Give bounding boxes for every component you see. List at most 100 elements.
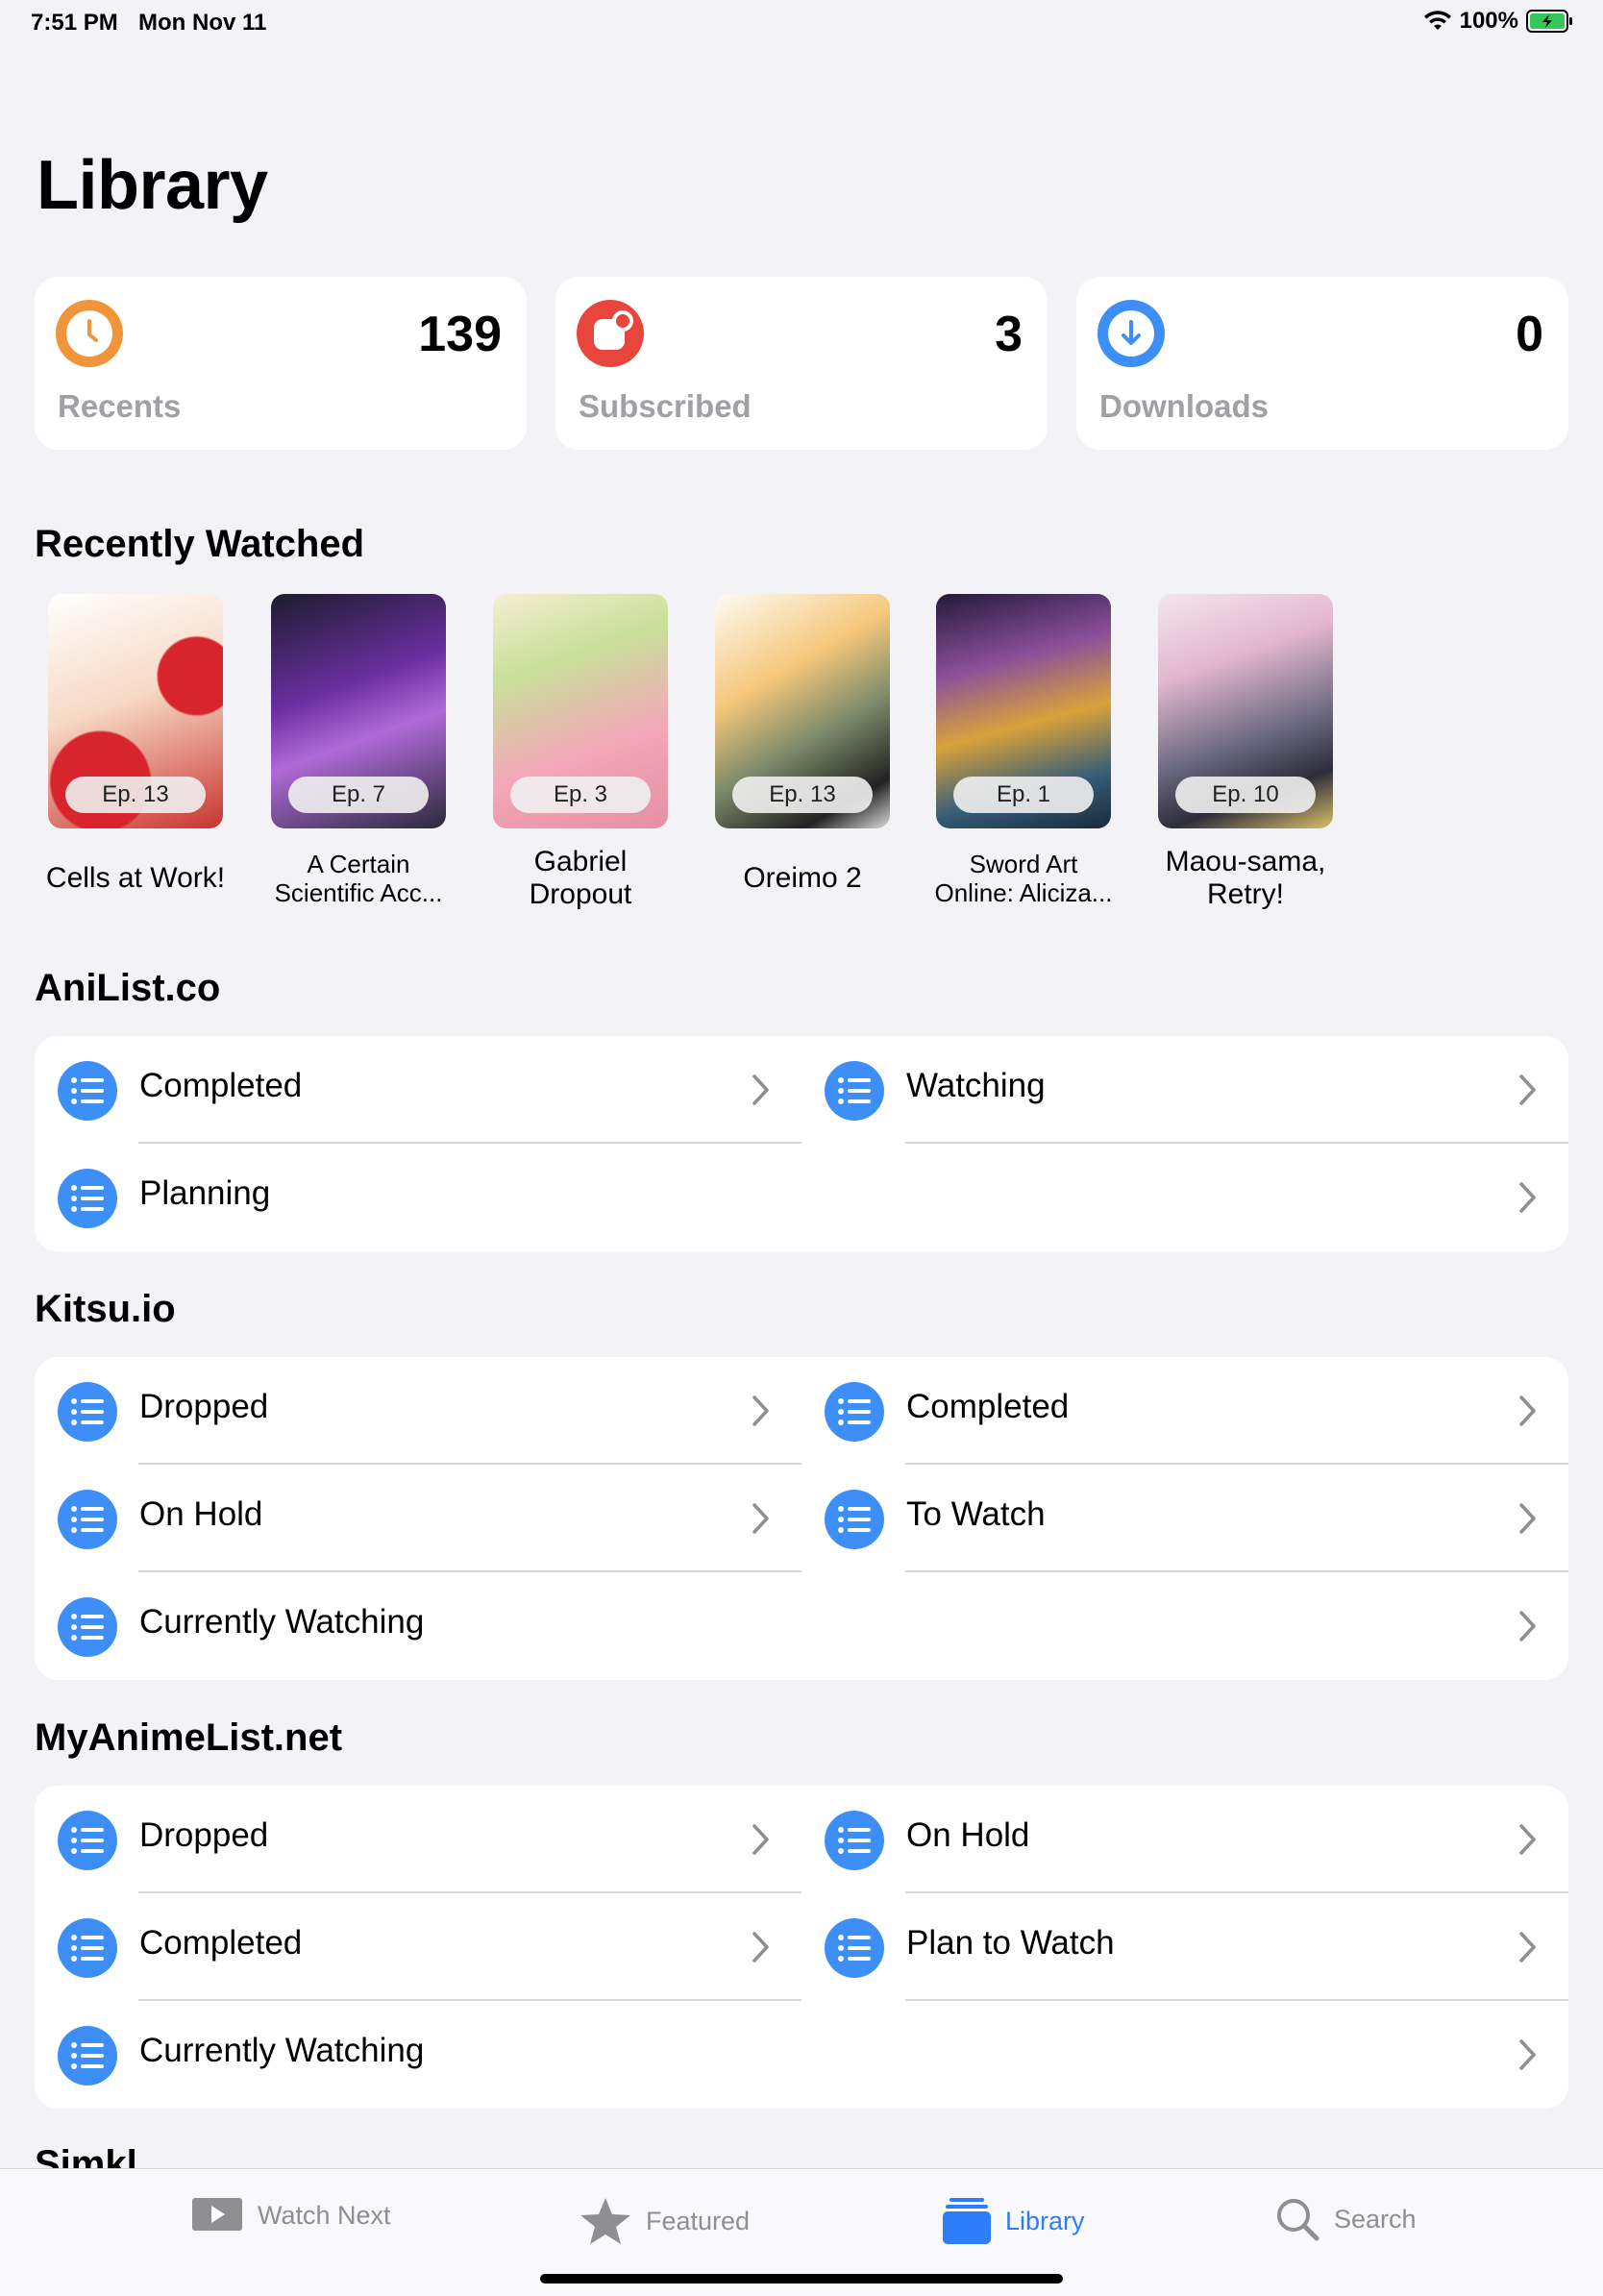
search-icon <box>1277 2199 1319 2241</box>
list-item[interactable]: To Watch <box>802 1465 1568 1572</box>
status-right: 100% <box>1423 8 1574 35</box>
list-item[interactable]: Completed <box>35 1893 802 2001</box>
tab-label: Search <box>1334 2204 1417 2234</box>
tab-label: Watch Next <box>258 2200 391 2230</box>
chevron-right-icon <box>1519 1932 1536 1963</box>
list-item[interactable]: Completed <box>802 1357 1568 1465</box>
list-item[interactable]: Completed <box>35 1036 802 1144</box>
chevron-right-icon <box>752 1932 769 1963</box>
list-item-label: Watching <box>906 1067 1046 1104</box>
star-icon <box>580 2198 630 2244</box>
downloads-card[interactable]: 0 Downloads <box>1076 277 1568 450</box>
list-icon <box>825 1382 884 1442</box>
poster-a-certain-scientific[interactable]: Ep. 7 <box>271 594 446 828</box>
list-icon <box>825 1918 884 1978</box>
list-item[interactable]: Watching <box>802 1036 1568 1144</box>
subscribed-count: 3 <box>995 307 1023 362</box>
clock-icon <box>56 300 123 367</box>
recents-label: Recents <box>58 388 182 424</box>
myanimelist-heading: MyAnimeList.net <box>35 1716 343 1759</box>
tab-library[interactable]: Library <box>942 2196 1085 2246</box>
list-icon <box>825 1490 884 1549</box>
list-icon <box>58 1918 117 1978</box>
list-item[interactable]: Currently Watching <box>35 2001 1568 2109</box>
episode-badge: Ep. 7 <box>288 777 429 813</box>
downloads-count: 0 <box>1516 307 1543 362</box>
poster-gabriel-dropout[interactable]: Ep. 3 <box>493 594 668 828</box>
list-icon <box>58 1490 117 1549</box>
list-icon <box>58 1382 117 1442</box>
poster-sword-art-online[interactable]: Ep. 1 <box>936 594 1111 828</box>
list-item[interactable]: On Hold <box>35 1465 802 1572</box>
poster-title: Oreimo 2 <box>743 862 862 894</box>
list-icon <box>825 1061 884 1121</box>
subscribed-icon <box>577 300 644 367</box>
list-item[interactable]: Planning <box>35 1144 1568 1251</box>
list-icon <box>58 1169 117 1228</box>
poster-title: Cells at Work! <box>45 862 226 894</box>
status-bar: 7:51 PM Mon Nov 11 100% <box>0 0 1603 46</box>
chevron-right-icon <box>752 1074 769 1105</box>
kitsu-heading: Kitsu.io <box>35 1288 176 1330</box>
myanimelist-group: Dropped On Hold Completed Plan to Watch … <box>35 1786 1568 2109</box>
chevron-right-icon <box>1519 1503 1536 1534</box>
poster-title: Gabriel Dropout <box>529 846 632 910</box>
list-item[interactable]: Plan to Watch <box>802 1893 1568 2001</box>
tab-watch-next[interactable]: Watch Next <box>190 2196 391 2234</box>
tab-search[interactable]: Search <box>1274 2196 1417 2242</box>
subscribed-card[interactable]: 3 Subscribed <box>555 277 1048 450</box>
chevron-right-icon <box>1519 1074 1536 1105</box>
chevron-right-icon <box>1519 1824 1536 1855</box>
tab-label: Featured <box>646 2206 751 2235</box>
tab-label: Library <box>1005 2206 1085 2235</box>
download-icon <box>1097 300 1165 367</box>
list-item[interactable]: Dropped <box>35 1786 802 1893</box>
play-icon <box>192 2198 242 2231</box>
battery-icon <box>1526 10 1572 33</box>
status-date: Mon Nov 11 <box>138 10 267 36</box>
chevron-right-icon <box>752 1824 769 1855</box>
chevron-right-icon <box>752 1395 769 1426</box>
poster-cells-at-work[interactable]: Ep. 13 <box>48 594 223 828</box>
recently-watched-heading: Recently Watched <box>35 523 365 565</box>
list-item-label: Completed <box>139 1067 303 1104</box>
home-indicator <box>540 2274 1063 2284</box>
episode-badge: Ep. 1 <box>953 777 1094 813</box>
poster-title: Maou-sama, Retry! <box>1165 846 1326 910</box>
list-item[interactable]: Currently Watching <box>35 1572 1568 1680</box>
list-item-label: Currently Watching <box>139 2032 425 2069</box>
list-item[interactable]: On Hold <box>802 1786 1568 1893</box>
list-icon <box>58 1811 117 1870</box>
list-item-label: Dropped <box>139 1816 269 1854</box>
chevron-right-icon <box>1519 1611 1536 1642</box>
recents-count: 139 <box>418 307 502 362</box>
kitsu-group: Dropped Completed On Hold To Watch Curre… <box>35 1357 1568 1680</box>
anilist-heading: AniList.co <box>35 967 221 1009</box>
list-item-label: Plan to Watch <box>906 1924 1115 1962</box>
list-item-label: Completed <box>906 1388 1070 1425</box>
tab-featured[interactable]: Featured <box>579 2196 750 2246</box>
poster-maou-sama-retry[interactable]: Ep. 10 <box>1158 594 1333 828</box>
list-item-label: Planning <box>139 1174 271 1212</box>
list-item-label: On Hold <box>139 1495 263 1533</box>
list-item[interactable]: Dropped <box>35 1357 802 1465</box>
library-icon <box>943 2198 991 2244</box>
downloads-label: Downloads <box>1099 388 1270 424</box>
status-time: 7:51 PM <box>31 10 118 36</box>
list-item-label: To Watch <box>906 1495 1046 1533</box>
list-item-label: Completed <box>139 1924 303 1962</box>
subscribed-label: Subscribed <box>579 388 752 424</box>
list-item-label: Dropped <box>139 1388 269 1425</box>
episode-badge: Ep. 10 <box>1175 777 1316 813</box>
poster-oreimo-2[interactable]: Ep. 13 <box>715 594 890 828</box>
list-item-label: On Hold <box>906 1816 1030 1854</box>
list-icon <box>58 1597 117 1657</box>
list-icon <box>58 2026 117 2086</box>
list-item-label: Currently Watching <box>139 1603 425 1641</box>
poster-title: Sword Art Online: Aliciza... <box>934 850 1113 907</box>
recents-card[interactable]: 139 Recents <box>35 277 527 450</box>
chevron-right-icon <box>1519 1395 1536 1426</box>
page-title: Library <box>37 147 268 224</box>
list-icon <box>58 1061 117 1121</box>
chevron-right-icon <box>752 1503 769 1534</box>
